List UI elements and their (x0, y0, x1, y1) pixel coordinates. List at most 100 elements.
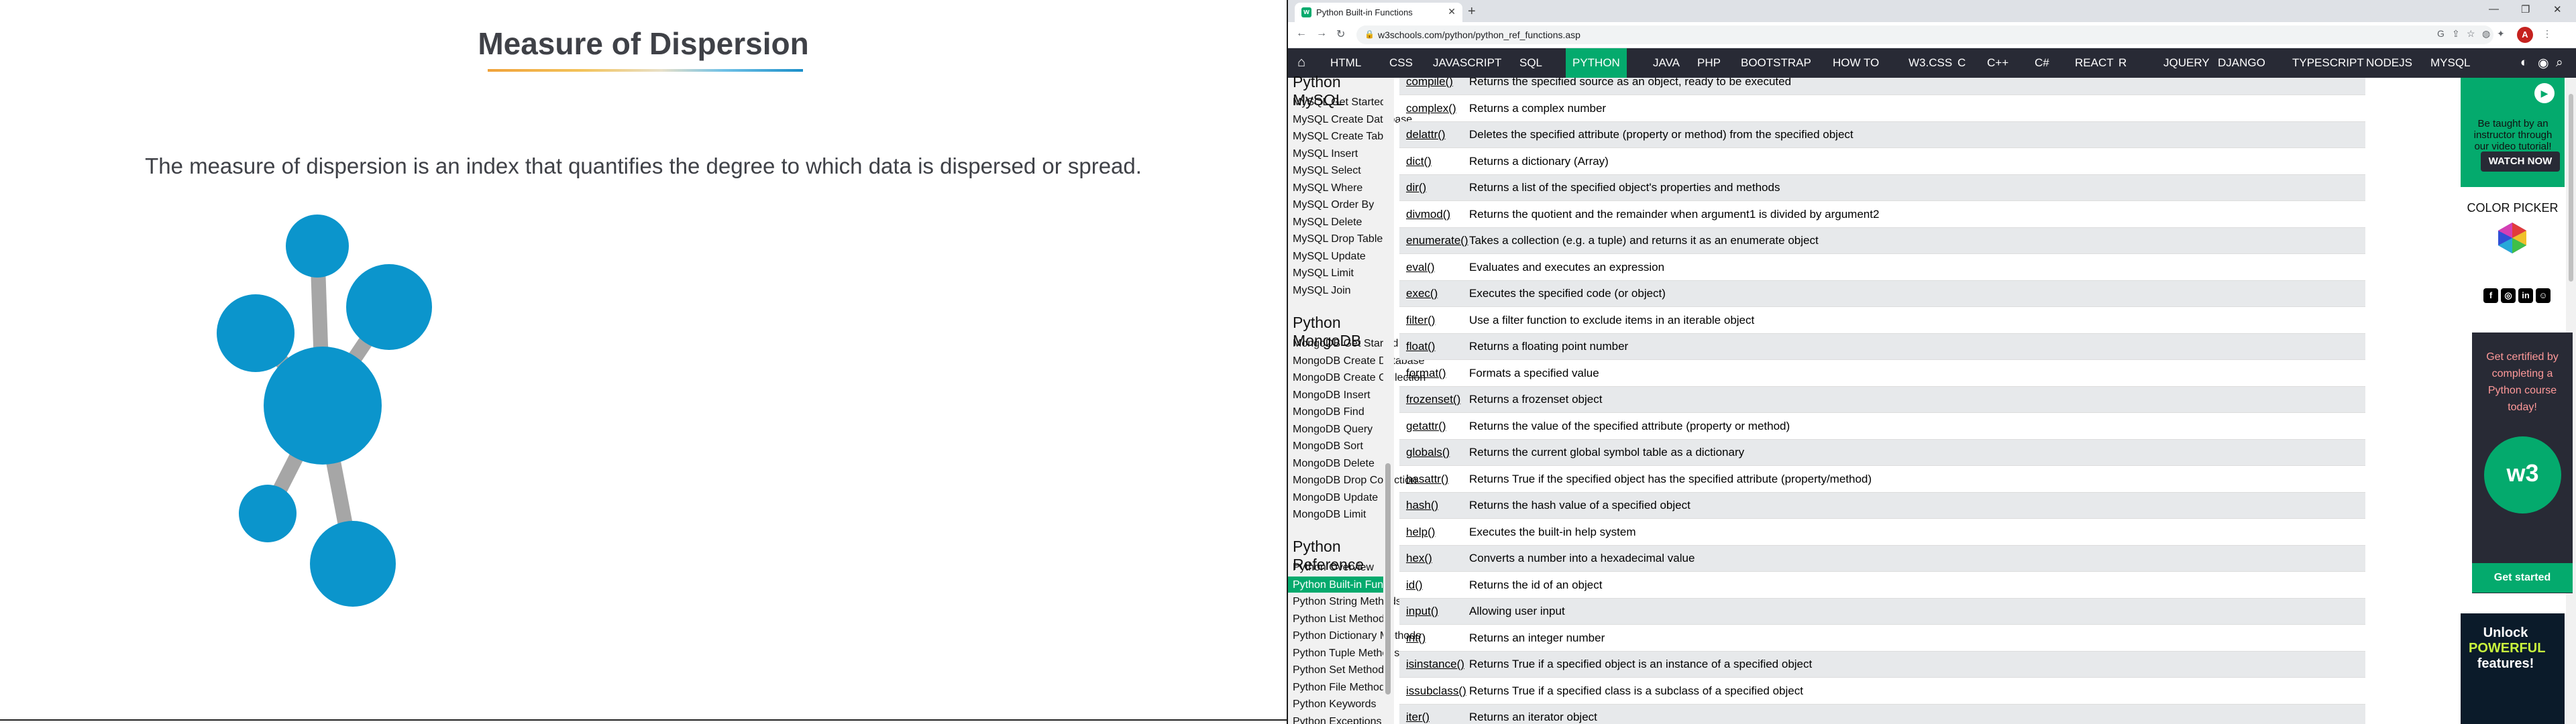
nav-item-css[interactable]: CSS (1383, 48, 1419, 78)
unlock-features-ad[interactable]: Unlock POWERFUL features! (2461, 613, 2565, 724)
function-link[interactable]: hasattr() (1406, 473, 1448, 486)
function-link[interactable]: float() (1406, 340, 1435, 353)
sidebar-link[interactable]: Python Overview (1293, 562, 1374, 574)
linkedin-icon[interactable]: in (2518, 288, 2533, 303)
sidebar-scroll-thumb[interactable] (1385, 463, 1391, 695)
facebook-icon[interactable]: f (2483, 288, 2498, 303)
function-link[interactable]: format() (1406, 367, 1446, 380)
function-link[interactable]: id() (1406, 579, 1423, 592)
sidebar-link[interactable]: MySQL Where (1293, 182, 1362, 194)
sidebar-link[interactable]: MySQL Drop Table (1293, 233, 1383, 245)
menu-dots-icon[interactable]: ⋮ (2542, 28, 2552, 40)
play-icon[interactable]: ▶ (2534, 83, 2555, 103)
function-link[interactable]: frozenset() (1406, 393, 1460, 406)
nav-item-typescript[interactable]: TYPESCRIPT (2286, 48, 2371, 78)
nav-item-java[interactable]: JAVA (1646, 48, 1686, 78)
nav-item-how-to[interactable]: HOW TO (1826, 48, 1886, 78)
sidebar-link[interactable]: MongoDB Update (1293, 492, 1378, 504)
url-field[interactable]: 🔒 w3schools.com/python/python_ref_functi… (1356, 25, 2493, 44)
forward-icon[interactable]: → (1316, 27, 1327, 40)
sidebar-link[interactable]: Python List Methods (1293, 613, 1390, 625)
sidebar-link[interactable]: Python Exceptions (1293, 716, 1382, 724)
reload-icon[interactable]: ↻ (1336, 27, 1345, 41)
nav-item-c++[interactable]: C++ (1980, 48, 2015, 78)
function-link[interactable]: enumerate() (1406, 234, 1468, 247)
sidebar-link[interactable]: MySQL Limit (1293, 267, 1354, 280)
sidebar-link[interactable]: MongoDB Limit (1293, 509, 1366, 521)
sidebar-link[interactable]: Python File Methods (1293, 682, 1391, 694)
globe-icon[interactable]: ◉ (2538, 56, 2549, 71)
google-icon[interactable]: G (2437, 28, 2445, 39)
sidebar-link[interactable]: Python Set Methods (1293, 664, 1389, 676)
function-link[interactable]: issubclass() (1406, 684, 1466, 698)
function-link[interactable]: filter() (1406, 314, 1435, 327)
nav-item-php[interactable]: PHP (1690, 48, 1727, 78)
back-icon[interactable]: ← (1296, 27, 1307, 40)
nav-item-javascript[interactable]: JAVASCRIPT (1426, 48, 1508, 78)
nav-item-r[interactable]: R (2112, 48, 2133, 78)
function-link[interactable]: hex() (1406, 552, 1432, 565)
sidebar-link[interactable]: MongoDB Sort (1293, 440, 1363, 452)
new-tab-icon[interactable]: + (1468, 4, 1476, 19)
function-link[interactable]: delattr() (1406, 128, 1446, 141)
color-picker-label[interactable]: COLOR PICKER (2461, 201, 2565, 215)
function-link[interactable]: iter() (1406, 711, 1430, 724)
function-link[interactable]: help() (1406, 526, 1435, 539)
sidebar-link[interactable]: MongoDB Find (1293, 406, 1364, 418)
extension-icon[interactable]: ◍ (2482, 28, 2490, 40)
function-link[interactable]: dict() (1406, 155, 1432, 168)
function-link[interactable]: globals() (1406, 446, 1450, 459)
function-link[interactable]: divmod() (1406, 208, 1450, 221)
sidebar-link[interactable]: MySQL Create Database (1293, 114, 1412, 126)
page-scroll-thumb[interactable] (2569, 94, 2573, 282)
close-tab-icon[interactable]: ✕ (1448, 6, 1456, 17)
function-link[interactable]: dir() (1406, 181, 1426, 194)
sidebar-link[interactable]: MongoDB Drop Collection (1293, 475, 1417, 487)
discord-icon[interactable]: ☺ (2536, 288, 2551, 303)
dark-mode-icon[interactable]: ◐ (2520, 56, 2528, 70)
profile-avatar[interactable]: A (2517, 27, 2533, 43)
get-started-button[interactable]: Get started (2472, 563, 2573, 593)
sidebar-link[interactable]: MySQL Get Started (1293, 97, 1386, 109)
sidebar-link[interactable]: MySQL Update (1293, 251, 1366, 263)
sidebar-link[interactable]: MySQL Join (1293, 285, 1351, 297)
nav-item-c#[interactable]: C# (2028, 48, 2056, 78)
nav-item-django[interactable]: DJANGO (2211, 48, 2272, 78)
function-link[interactable]: compile() (1406, 78, 1453, 88)
function-link[interactable]: eval() (1406, 261, 1435, 274)
nav-item-sql[interactable]: SQL (1513, 48, 1549, 78)
nav-item-nodejs[interactable]: NODEJS (2359, 48, 2419, 78)
sidebar-link[interactable]: Python Keywords (1293, 699, 1377, 711)
sidebar-link[interactable]: MySQL Create Table (1293, 131, 1392, 143)
function-link[interactable]: hash() (1406, 499, 1438, 512)
sidebar-link[interactable]: MongoDB Get Started (1293, 338, 1398, 350)
maximize-icon[interactable]: ❐ (2521, 3, 2530, 15)
sidebar-link[interactable]: MongoDB Query (1293, 424, 1373, 436)
sidebar-link[interactable]: MySQL Insert (1293, 148, 1358, 160)
function-link[interactable]: complex() (1406, 102, 1456, 115)
puzzle-icon[interactable]: ✦ (2497, 28, 2505, 40)
sidebar-link[interactable]: MySQL Delete (1293, 217, 1362, 229)
sidebar-link[interactable]: MongoDB Insert (1293, 389, 1371, 402)
function-link[interactable]: input() (1406, 605, 1438, 618)
star-icon[interactable]: ☆ (2467, 28, 2475, 40)
browser-tab[interactable]: w Python Built-in Functions ✕ (1295, 3, 1462, 22)
watch-now-button[interactable]: WATCH NOW (2481, 152, 2560, 172)
nav-item-bootstrap[interactable]: BOOTSTRAP (1734, 48, 1818, 78)
sidebar-link[interactable]: MongoDB Delete (1293, 458, 1375, 470)
sidebar-link[interactable]: MySQL Order By (1293, 199, 1374, 211)
function-link[interactable]: getattr() (1406, 420, 1446, 433)
close-window-icon[interactable]: ✕ (2553, 3, 2562, 15)
sidebar-link[interactable]: MySQL Select (1293, 165, 1361, 177)
nav-item-c[interactable]: C (1951, 48, 1972, 78)
search-icon[interactable]: ⌕ (2556, 56, 2563, 70)
function-link[interactable]: isinstance() (1406, 658, 1464, 671)
nav-item-jquery[interactable]: JQUERY (2157, 48, 2216, 78)
nav-item-mysql[interactable]: MYSQL (2424, 48, 2477, 78)
nav-item-python[interactable]: PYTHON (1566, 48, 1627, 78)
minimize-icon[interactable]: — (2489, 3, 2499, 15)
instagram-icon[interactable]: ◎ (2501, 288, 2516, 303)
share-icon[interactable]: ⇪ (2452, 28, 2460, 40)
function-link[interactable]: int() (1406, 631, 1426, 645)
home-icon[interactable]: ⌂ (1293, 55, 1309, 71)
